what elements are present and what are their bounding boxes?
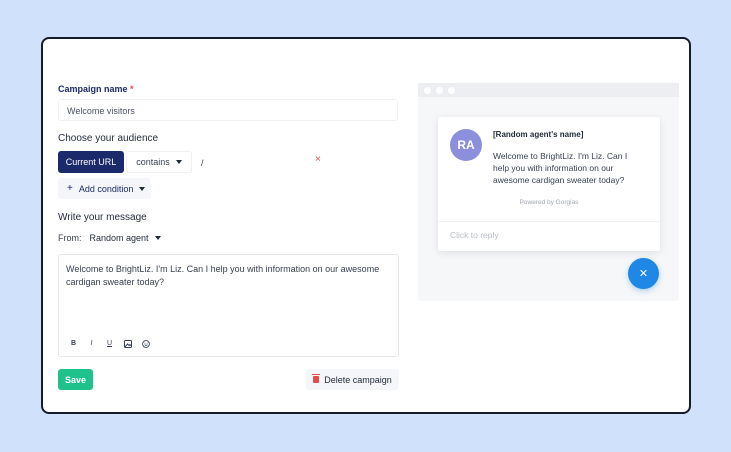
delete-campaign-label: Delete campaign — [324, 374, 392, 385]
window-dot-icon — [436, 86, 443, 94]
message-text[interactable]: Welcome to BrightLiz. I'm Liz. Can I hel… — [66, 263, 390, 289]
emoji-icon[interactable] — [141, 339, 150, 348]
italic-button[interactable]: I — [87, 339, 96, 348]
chat-close-button[interactable]: ✕ — [628, 258, 659, 289]
agent-name: [Random agent's name] — [493, 130, 584, 139]
trash-icon — [312, 374, 321, 383]
delete-campaign-button[interactable]: Delete campaign — [306, 369, 399, 390]
campaign-name-label: Campaign name * — [58, 84, 134, 94]
campaign-editor-window: Campaign name * Welcome visitors Choose … — [41, 37, 691, 414]
chevron-down-icon — [139, 186, 146, 191]
save-label: Save — [64, 374, 87, 385]
from-row: From: Random agent — [58, 233, 161, 243]
current-url-label: Current URL — [65, 157, 117, 167]
add-condition-button[interactable]: + Add condition — [58, 178, 151, 199]
plus-icon: + — [67, 183, 73, 194]
operator-label: contains — [136, 157, 170, 167]
bold-button[interactable]: B — [69, 339, 78, 348]
editor-toolbar: B I U — [69, 339, 150, 348]
underline-button[interactable]: U — [105, 339, 114, 348]
operator-select[interactable]: contains — [126, 151, 192, 173]
chevron-down-icon — [154, 236, 161, 240]
chevron-down-icon — [175, 160, 182, 164]
required-mark: * — [130, 84, 134, 94]
campaign-name-input[interactable]: Welcome visitors — [58, 99, 398, 121]
window-dot-icon — [424, 86, 431, 94]
reply-input[interactable]: Click to reply — [450, 230, 499, 240]
chat-preview: RA [Random agent's name] Welcome to Brig… — [418, 83, 679, 301]
save-button[interactable]: Save — [58, 369, 93, 390]
add-condition-label: Add condition — [78, 183, 134, 194]
close-icon: ✕ — [638, 268, 649, 280]
from-value: Random agent — [89, 233, 149, 243]
audience-title: Choose your audience — [58, 133, 159, 144]
message-editor[interactable]: Welcome to BrightLiz. I'm Liz. Can I hel… — [58, 254, 399, 357]
url-value-input[interactable]: / — [195, 151, 333, 173]
current-url-button[interactable]: Current URL — [58, 151, 124, 173]
chat-bubble: RA [Random agent's name] Welcome to Brig… — [438, 117, 660, 251]
image-icon[interactable] — [123, 339, 132, 348]
window-dot-icon — [448, 86, 455, 94]
campaign-name-label-text: Campaign name — [58, 84, 128, 94]
browser-bar — [418, 83, 679, 97]
message-title: Write your message — [58, 212, 147, 223]
avatar: RA — [450, 129, 482, 161]
remove-condition-icon[interactable]: × — [315, 154, 321, 165]
from-label: From: — [58, 233, 82, 243]
from-select[interactable]: Random agent — [90, 233, 161, 243]
divider — [438, 221, 660, 222]
agent-message: Welcome to BrightLiz. I'm Liz. Can I hel… — [493, 151, 628, 185]
powered-by: Powered by Gorgias — [519, 199, 579, 206]
